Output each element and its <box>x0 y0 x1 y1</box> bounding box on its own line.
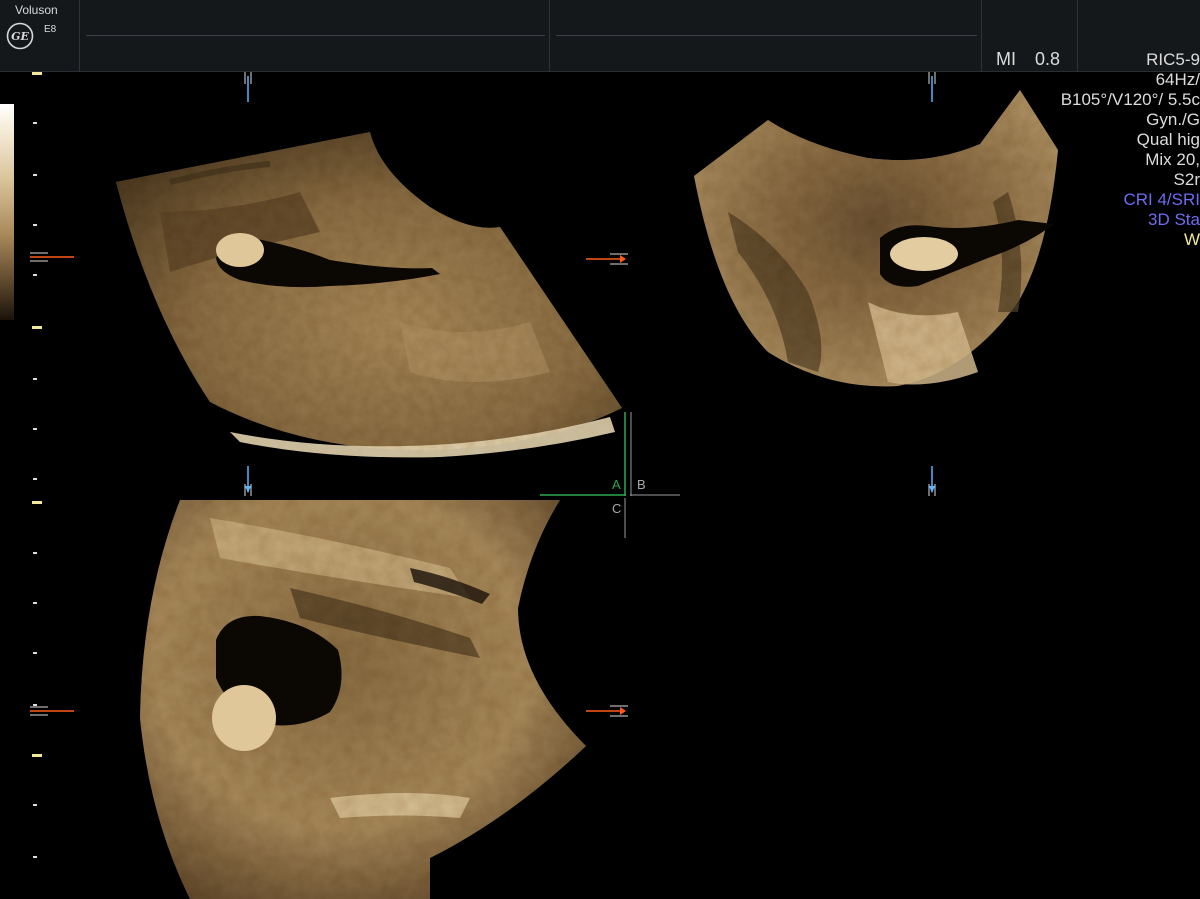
param-frame-rate: 64Hz/ <box>1155 70 1200 89</box>
param-smoothing: S2r <box>1173 170 1200 189</box>
header-field-1[interactable] <box>82 0 550 72</box>
brand-name: Voluson <box>15 3 58 17</box>
viewport-a[interactable]: A <box>30 72 628 496</box>
orange-arrow-marker-left[interactable] <box>30 250 76 264</box>
depth-scale-icon-c <box>30 498 44 899</box>
brand-panel: Voluson GE E8 <box>0 0 80 72</box>
blue-arrow-marker-top[interactable] <box>242 72 254 102</box>
quadrant-c-label[interactable]: C <box>612 501 621 516</box>
depth-scale-icon <box>30 72 44 496</box>
param-probe: RIC5-9 <box>1146 50 1200 69</box>
ultrasound-image-c <box>140 500 586 899</box>
mi-label: MI <box>996 49 1016 69</box>
param-3d-static: 3D Sta <box>1148 210 1200 229</box>
viewport-d-render[interactable] <box>628 498 1200 899</box>
param-angle-volume: B105°/V120°/ 5.5c <box>1060 90 1200 109</box>
param-cri-sri: CRI 4/SRI <box>1123 190 1200 209</box>
scan-parameters-panel: RIC5-9 64Hz/ B105°/V120°/ 5.5c Gyn./G Qu… <box>1020 50 1200 250</box>
grayscale-map-bar <box>0 104 14 320</box>
param-w-flag: W <box>1183 230 1200 249</box>
orange-arrow-marker-right-c[interactable] <box>586 704 628 718</box>
blue-arrow-marker-bottom[interactable] <box>242 466 254 496</box>
blue-arrow-marker-bottom-b[interactable] <box>926 466 938 496</box>
ultrasound-image-a <box>116 132 622 458</box>
quadrant-a-label[interactable]: A <box>612 477 621 492</box>
param-preset: Gyn./G <box>1146 110 1200 129</box>
param-mix: Mix 20, <box>1145 150 1200 169</box>
orange-arrow-marker-left-c[interactable] <box>30 704 76 718</box>
brand-model: E8 <box>44 24 57 35</box>
blue-arrow-marker-top-b[interactable] <box>926 72 938 102</box>
param-quality: Qual hig <box>1136 130 1200 149</box>
ge-logo-icon: GE <box>6 22 34 50</box>
svg-text:GE: GE <box>11 30 29 43</box>
quadrant-b-label[interactable]: B <box>637 477 646 492</box>
orange-arrow-marker-right[interactable] <box>586 252 628 266</box>
viewport-c[interactable]: C <box>30 498 628 899</box>
header-field-2[interactable] <box>552 0 982 72</box>
